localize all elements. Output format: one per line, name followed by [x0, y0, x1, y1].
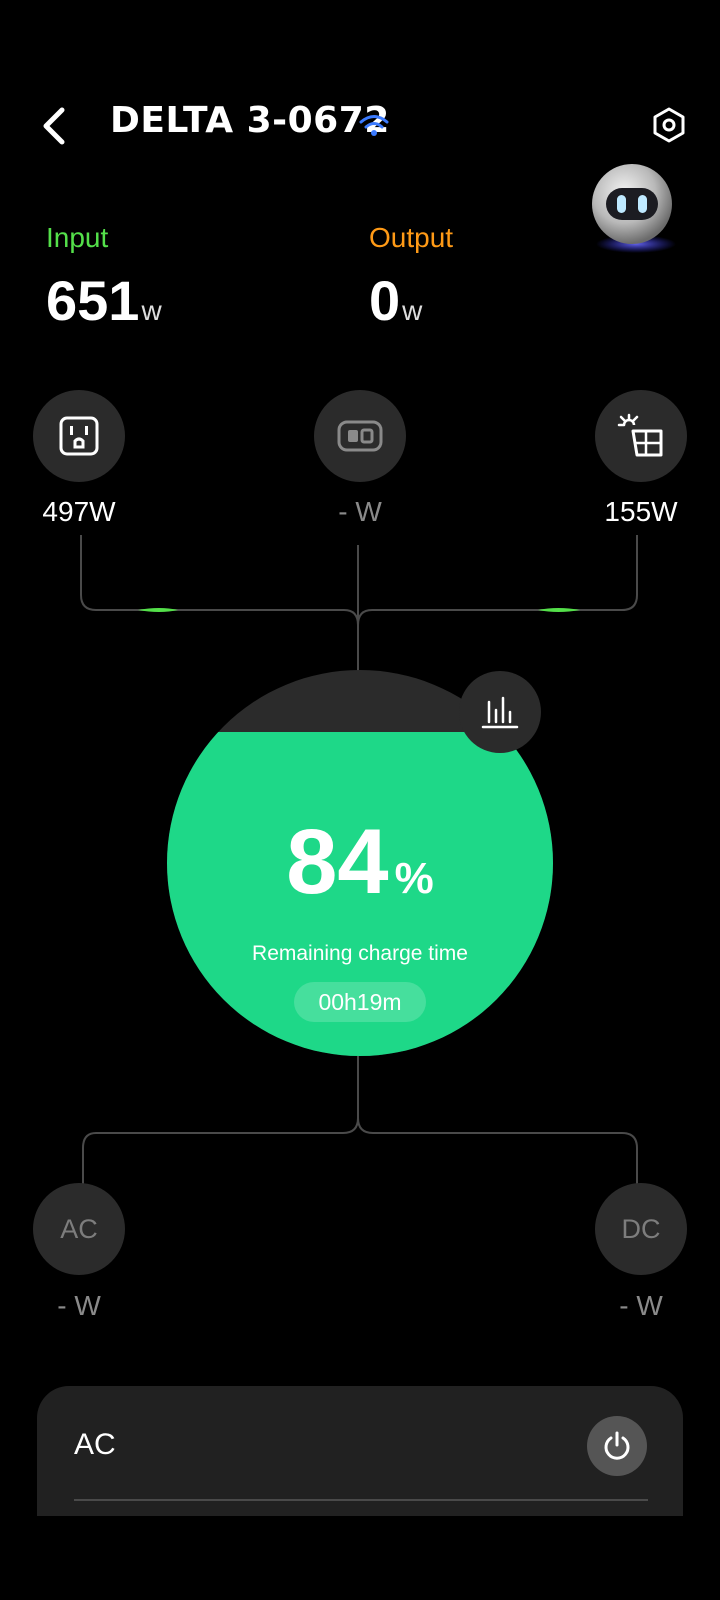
car-input-value: - W: [338, 496, 382, 527]
bar-chart-icon: [481, 696, 519, 729]
battery-percent: 84%: [167, 810, 553, 915]
dc-output-label: DC: [621, 1213, 661, 1244]
ac-power-toggle[interactable]: [587, 1416, 647, 1476]
ac-outlet-icon: [59, 416, 99, 456]
ac-output-value: - W: [57, 1290, 101, 1321]
solar-input-value: 155W: [604, 496, 678, 527]
ac-flow-indicator: [138, 608, 178, 612]
percent-symbol: %: [394, 854, 434, 903]
output-value-number: 0: [369, 269, 401, 332]
output-label: Output: [369, 222, 454, 253]
car-input-node[interactable]: [314, 390, 406, 482]
wifi-icon: [359, 115, 389, 136]
dc-output-node[interactable]: DC: [595, 1183, 687, 1275]
ac-input-value: 497W: [42, 496, 116, 527]
input-label: Input: [46, 222, 109, 253]
ac-input-node[interactable]: [33, 390, 125, 482]
solar-panel-icon: [617, 413, 663, 457]
device-title: DELTA 3-0672: [110, 100, 390, 141]
settings-hex-icon: [653, 107, 685, 143]
dc-output-value: - W: [619, 1290, 663, 1321]
divider: [74, 1499, 648, 1501]
ac-card-label: AC: [74, 1428, 116, 1461]
output-unit: w: [402, 295, 423, 326]
power-icon: [604, 1431, 630, 1460]
ac-output-node[interactable]: AC: [33, 1183, 125, 1275]
output-power-value: 0w: [369, 268, 422, 333]
ac-control-card: AC: [37, 1386, 683, 1516]
ac-output-label: AC: [60, 1213, 98, 1244]
back-button[interactable]: [38, 104, 72, 148]
car-port-icon: [337, 420, 383, 452]
assistant-robot-avatar[interactable]: [590, 162, 682, 254]
battery-percent-number: 84: [286, 811, 389, 913]
input-power-value: 651w: [46, 268, 162, 333]
remaining-charge-time: 00h19m: [294, 982, 426, 1022]
settings-button[interactable]: [650, 106, 688, 144]
statistics-button[interactable]: [459, 671, 541, 753]
chevron-left-icon: [43, 107, 65, 145]
input-unit: w: [141, 295, 162, 326]
solar-input-node[interactable]: [595, 390, 687, 482]
solar-flow-indicator: [538, 608, 580, 612]
robot-icon: [592, 164, 676, 253]
input-value-number: 651: [46, 269, 140, 332]
remaining-charge-label: Remaining charge time: [252, 942, 468, 965]
